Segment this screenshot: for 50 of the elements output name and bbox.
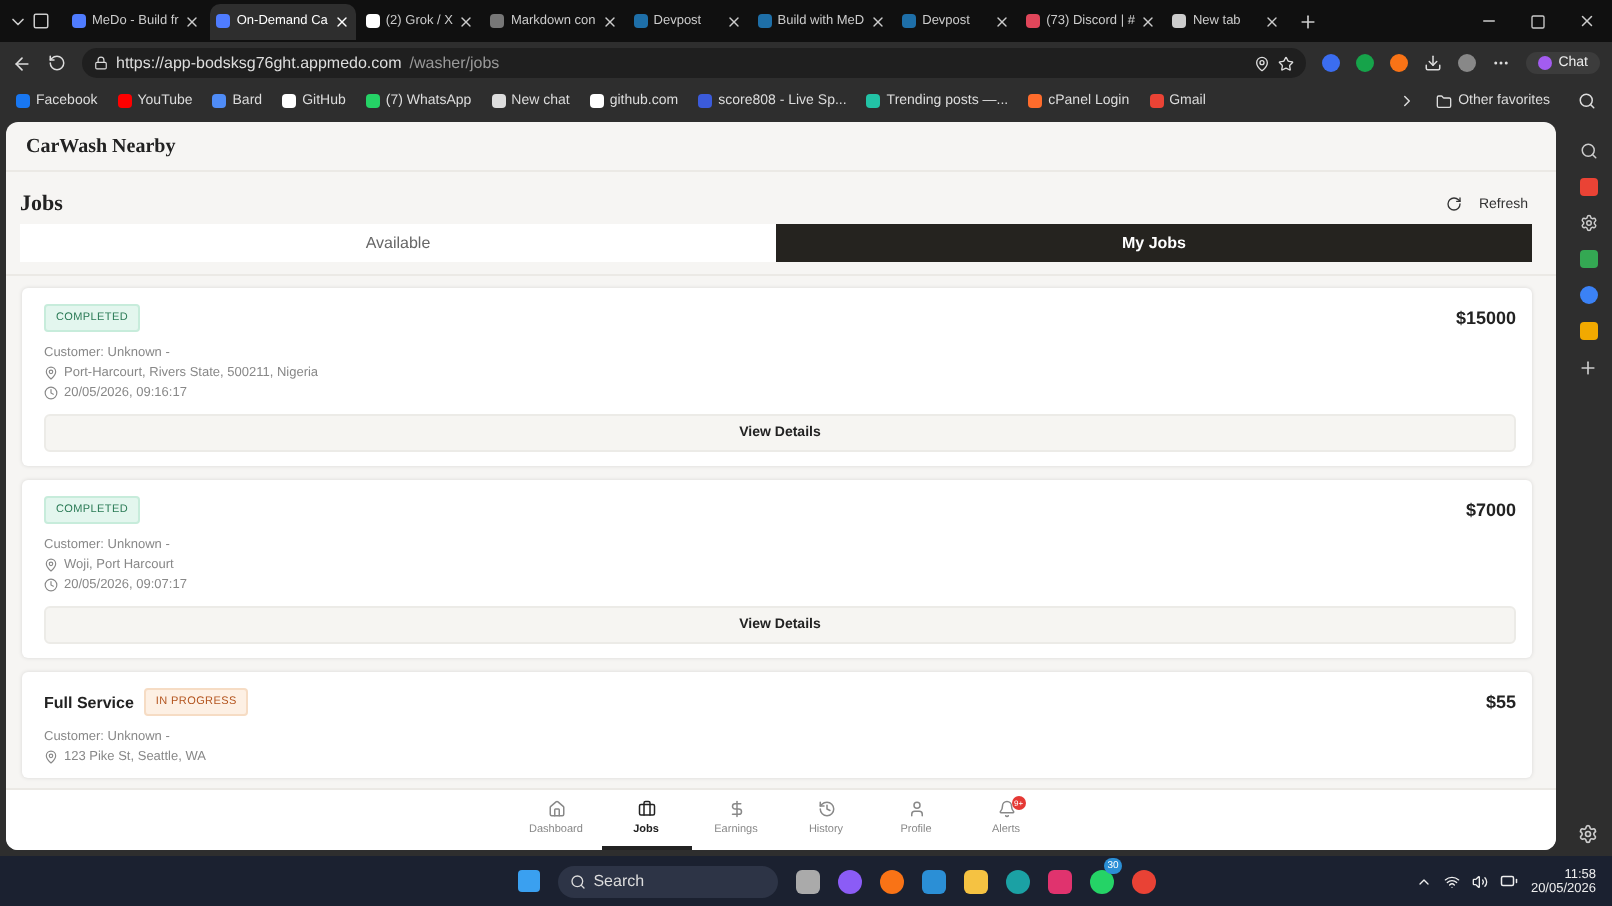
clock-icon — [44, 386, 58, 400]
close-icon[interactable] — [333, 13, 350, 29]
location-pin-icon — [44, 750, 58, 764]
history-icon — [817, 800, 835, 818]
refresh-icon — [1446, 196, 1463, 212]
gear-icon[interactable] — [1579, 214, 1597, 232]
star-icon[interactable] — [1278, 55, 1295, 71]
user-icon — [907, 800, 925, 818]
home-icon — [547, 800, 565, 818]
search-icon — [569, 873, 586, 889]
close-icon[interactable] — [1578, 12, 1596, 30]
maximize-icon[interactable] — [1530, 13, 1546, 29]
search-icon[interactable] — [1578, 92, 1596, 110]
dollar-icon — [727, 800, 745, 818]
brand-title: CarWash Nearby — [6, 122, 1556, 172]
close-icon[interactable] — [458, 13, 475, 29]
volume-icon[interactable] — [1472, 873, 1489, 889]
new-tab-icon[interactable] — [1298, 11, 1319, 31]
close-icon[interactable] — [870, 13, 887, 29]
job-price: $15000 — [1455, 308, 1516, 328]
segment-tab[interactable]: My Jobs — [776, 224, 1532, 262]
location-pin-icon — [44, 558, 58, 572]
search-icon[interactable] — [1579, 142, 1597, 160]
wifi-icon[interactable] — [1444, 873, 1461, 889]
close-icon[interactable] — [601, 13, 618, 29]
address-bar[interactable]: https://app-bodsksg76ght.appmedo.com /washer/jobs — [82, 48, 1307, 78]
location-pin-icon — [44, 366, 58, 380]
reload-icon[interactable] — [48, 54, 66, 72]
bell-icon — [997, 800, 1015, 818]
close-icon[interactable] — [994, 13, 1011, 29]
clock-icon — [44, 578, 58, 592]
job-price: $55 — [1485, 692, 1516, 712]
settings-icon[interactable] — [1578, 824, 1598, 844]
service-name: Full Service — [44, 693, 134, 711]
briefcase-icon — [637, 800, 655, 818]
job-price: $7000 — [1465, 500, 1516, 520]
back-icon[interactable] — [12, 53, 32, 73]
download-icon[interactable] — [1424, 54, 1443, 72]
taskbar-search[interactable]: Search — [557, 865, 778, 897]
close-icon[interactable] — [725, 13, 742, 29]
close-icon[interactable] — [1264, 13, 1281, 29]
add-icon[interactable] — [1578, 358, 1598, 378]
segment-tab[interactable]: Available — [20, 224, 776, 262]
location-icon[interactable] — [1254, 55, 1271, 71]
battery-icon[interactable] — [1500, 872, 1519, 890]
close-icon[interactable] — [184, 13, 201, 29]
close-icon[interactable] — [1140, 13, 1157, 29]
lock-icon — [94, 56, 108, 70]
page-heading: Jobs — [20, 192, 63, 216]
workspaces-icon[interactable] — [32, 12, 50, 30]
